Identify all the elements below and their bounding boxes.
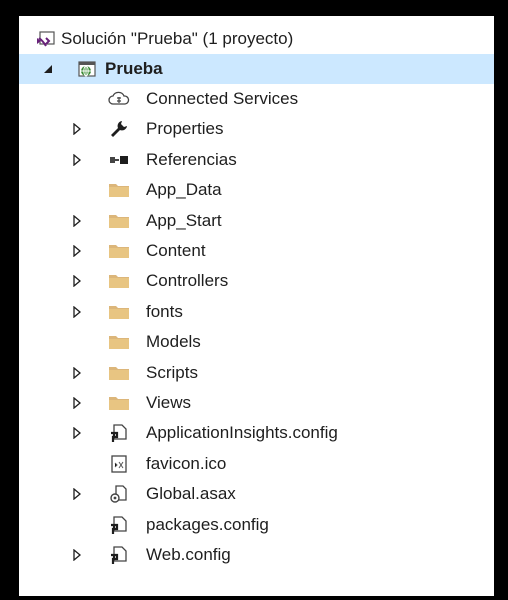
tree-item-label: Referencias [146,149,237,169]
config-file-icon [108,544,130,566]
tree-item-properties[interactable]: Properties [19,114,494,144]
wrench-icon [108,118,130,140]
tree-item-views[interactable]: Views [19,388,494,418]
tree-item-label: fonts [146,301,183,321]
tree-item-favicon-ico[interactable]: favicon.ico [19,449,494,479]
collapsed-arrow-icon[interactable] [70,548,84,562]
tree-item-label: Controllers [146,271,229,291]
collapsed-arrow-icon[interactable] [70,426,84,440]
tree-item-label: Properties [146,119,224,139]
tree-item-label: App_Start [146,210,222,230]
tree-item-applicationinsights-config[interactable]: ApplicationInsights.config [19,418,494,448]
project-node-prueba[interactable]: Prueba [19,54,494,84]
connected-services-icon [108,88,130,110]
tree-item-label: Views [146,393,192,412]
tree-item-label: favicon.ico [146,453,227,473]
collapsed-arrow-icon[interactable] [70,305,84,319]
config-file-icon [108,422,130,444]
tree-item-scripts[interactable]: Scripts [19,358,494,388]
tree-item-label: Models [146,332,201,352]
folder-icon [108,301,130,323]
project-label: Prueba [105,59,163,78]
tree-item-referencias[interactable]: Referencias [19,145,494,175]
asax-file-icon [108,483,130,505]
folder-icon [108,331,130,353]
solution-node[interactable]: Solución "Prueba" (1 proyecto) [19,24,494,54]
tree-item-global-asax[interactable]: Global.asax [19,479,494,509]
tree-item-app-data[interactable]: App_Data [19,175,494,205]
collapsed-arrow-icon[interactable] [70,274,84,288]
collapsed-arrow-icon[interactable] [70,214,84,228]
collapsed-arrow-icon[interactable] [70,366,84,380]
folder-icon [108,362,130,384]
tree-item-label: Connected Services [146,89,299,108]
config-file-icon [108,514,130,536]
web-project-icon [76,58,98,80]
tree-item-packages-config[interactable]: packages.config [19,510,494,540]
tree-item-label: Global.asax [146,484,236,504]
references-icon [108,149,130,171]
tree-item-content[interactable]: Content [19,236,494,266]
folder-icon [108,240,130,262]
tree-item-label: Scripts [146,362,198,382]
folder-icon [108,179,130,201]
collapsed-arrow-icon[interactable] [70,153,84,167]
tree-item-label: App_Data [146,180,222,200]
folder-icon [108,270,130,292]
folder-icon [108,392,130,414]
solution-explorer-tree: Solución "Prueba" (1 proyecto) Prueba Co… [19,16,494,596]
tree-item-controllers[interactable]: Controllers [19,266,494,296]
collapsed-arrow-icon[interactable] [70,244,84,258]
collapsed-arrow-icon[interactable] [70,122,84,136]
tree-item-fonts[interactable]: fonts [19,297,494,327]
tree-item-label: Content [146,241,206,260]
tree-item-models[interactable]: Models [19,327,494,357]
tree-item-web-config[interactable]: Web.config [19,540,494,570]
folder-icon [108,210,130,232]
tree-item-label: ApplicationInsights.config [146,423,338,443]
collapsed-arrow-icon[interactable] [70,396,84,410]
solution-icon [35,28,57,50]
ico-file-icon [108,453,130,475]
expanded-arrow-icon[interactable] [41,62,55,76]
solution-label: Solución "Prueba" (1 proyecto) [61,29,294,48]
tree-item-label: packages.config [146,514,269,534]
collapsed-arrow-icon[interactable] [70,487,84,501]
tree-item-app-start[interactable]: App_Start [19,206,494,236]
tree-item-connected-services[interactable]: Connected Services [19,84,494,114]
tree-item-label: Web.config [146,545,231,564]
